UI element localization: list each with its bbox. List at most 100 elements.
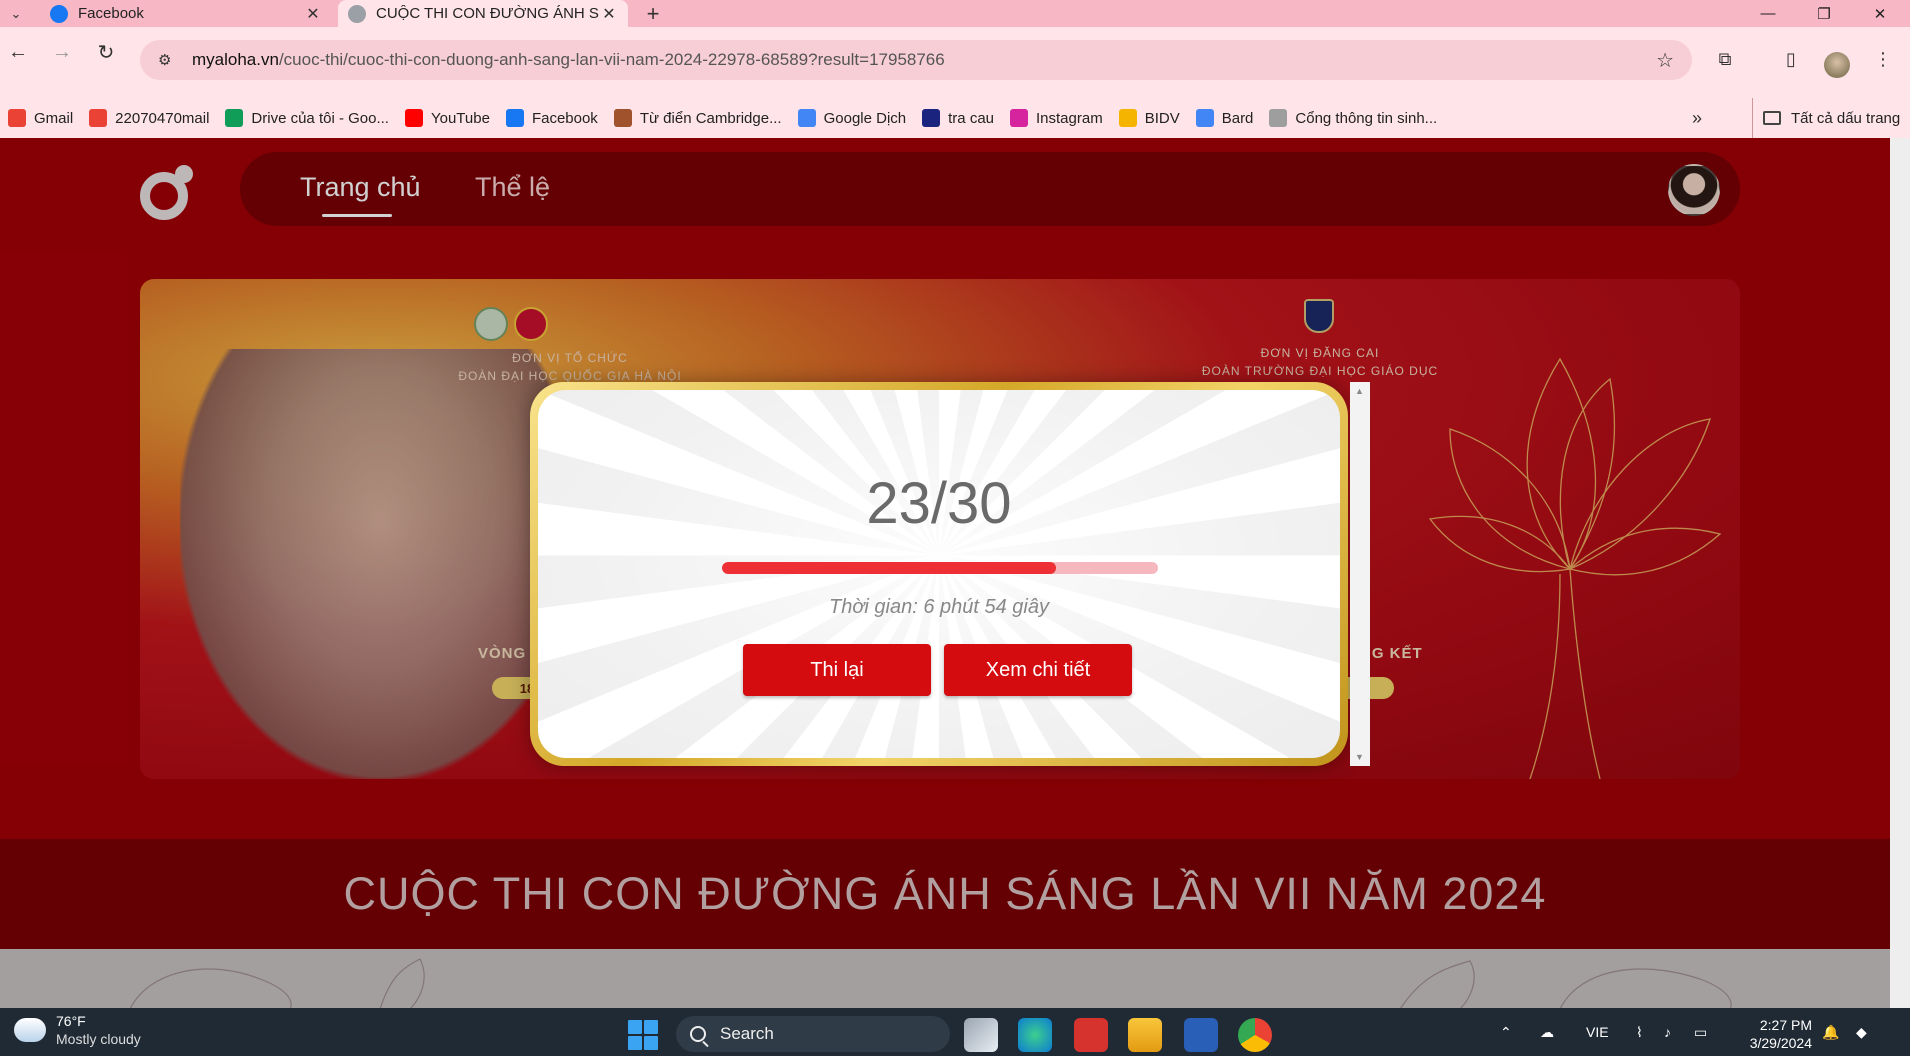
result-modal: 23/30 Thời gian: 6 phút 54 giây Thi lại …	[530, 382, 1348, 766]
bookmarks-bar: Gmail 22070470mail Drive của tôi - Goo... Y…	[0, 98, 1910, 138]
tab-contest[interactable]: CUỘC THI CON ĐƯỜNG ÁNH S ✕	[338, 0, 628, 27]
task-view-icon[interactable]	[964, 1018, 998, 1052]
url-domain: myaloha.vn	[192, 50, 279, 69]
close-window-icon[interactable]: ✕	[1852, 0, 1908, 27]
bookmarks-overflow-chevron-icon[interactable]: »	[1692, 98, 1702, 138]
address-bar[interactable]: ⚙ myaloha.vn/cuoc-thi/cuoc-thi-con-duong…	[140, 40, 1692, 80]
page-scrollbar[interactable]	[1890, 138, 1910, 1008]
more-menu-icon[interactable]: ⋮	[1866, 42, 1900, 76]
weather-desc: Mostly cloudy	[56, 1031, 141, 1047]
tab-facebook[interactable]: Facebook ✕	[40, 0, 332, 27]
bookmark-favicon-icon	[404, 109, 423, 127]
folder-icon	[1763, 111, 1781, 125]
modal-scrollbar[interactable]: ▲ ▼	[1350, 382, 1370, 766]
site-info-icon[interactable]: ⚙	[158, 51, 182, 69]
windows-start-icon[interactable]	[628, 1020, 658, 1050]
back-arrow-icon[interactable]: ←	[2, 36, 34, 68]
bookmark-favicon-icon	[8, 109, 26, 127]
bookmark-favicon-icon	[225, 109, 244, 127]
weather-temp: 76°F	[56, 1013, 86, 1029]
score-progress-fill	[722, 562, 1057, 574]
bookmark-item[interactable]: tra cau	[914, 109, 1002, 127]
system-clock[interactable]: 2:27 PM 3/29/2024	[1732, 1016, 1812, 1052]
tab-title: Facebook	[78, 5, 144, 22]
bookmark-favicon-icon	[613, 109, 632, 127]
bookmark-item[interactable]: Instagram	[1002, 109, 1111, 127]
notification-bell-icon[interactable]: 🔔	[1822, 1008, 1839, 1056]
dev-cpp-icon[interactable]	[1184, 1018, 1218, 1052]
bookmark-label: Cổng thông tin sinh...	[1295, 109, 1438, 127]
clock-date: 3/29/2024	[1749, 1035, 1812, 1051]
facebook-favicon-icon	[50, 4, 68, 23]
bookmark-label: BIDV	[1144, 109, 1180, 127]
bookmark-item[interactable]: Từ điển Cambridge...	[606, 109, 790, 127]
copilot-icon[interactable]: ◆	[1856, 1008, 1867, 1056]
tab-bar: ⌄ Facebook ✕ CUỘC THI CON ĐƯỜNG ÁNH S ✕ …	[0, 0, 1910, 27]
bookmark-item[interactable]: YouTube	[397, 109, 498, 127]
bookmark-item[interactable]: Cổng thông tin sinh...	[1261, 109, 1445, 127]
bookmark-item[interactable]: 22070470mail	[81, 109, 217, 127]
score-progress-bar	[722, 562, 1158, 574]
bookmark-favicon-icon	[1118, 109, 1137, 127]
bookmark-item[interactable]: BIDV	[1111, 109, 1188, 127]
browser-toolbar: ← → ↻ ⚙ myaloha.vn/cuoc-thi/cuoc-thi-con…	[0, 27, 1910, 107]
bookmark-favicon-icon	[922, 109, 941, 127]
weather-widget[interactable]: 76°F Mostly cloudy	[10, 1012, 141, 1048]
result-modal-body: 23/30 Thời gian: 6 phút 54 giây Thi lại …	[538, 390, 1340, 758]
bookmark-item[interactable]: Facebook	[498, 109, 606, 127]
tray-chevron-up-icon[interactable]: ⌃	[1500, 1008, 1512, 1056]
bookmark-label: Gmail	[34, 109, 74, 127]
bookmark-label: Từ điển Cambridge...	[639, 109, 782, 127]
scroll-down-arrow-icon[interactable]: ▼	[1355, 752, 1364, 762]
bookmark-favicon-icon	[89, 109, 108, 127]
chrome-browser-icon[interactable]	[1238, 1018, 1272, 1052]
bookmark-label: tra cau	[948, 109, 994, 127]
minimize-icon[interactable]: —	[1740, 0, 1796, 27]
bookmark-item[interactable]: Bard	[1188, 109, 1262, 127]
cloudy-weather-icon	[10, 1012, 46, 1042]
all-bookmarks-label: Tất cả dấu trang	[1791, 109, 1901, 127]
search-icon	[690, 1026, 706, 1042]
reload-icon[interactable]: ↻	[90, 36, 122, 68]
clock-time: 2:27 PM	[1759, 1017, 1812, 1033]
bookmark-label: Google Dịch	[823, 109, 907, 127]
restore-icon[interactable]: ❐	[1796, 0, 1852, 27]
forward-arrow-icon[interactable]: →	[46, 36, 78, 68]
bookmark-star-icon[interactable]: ☆	[1656, 48, 1674, 73]
windows-taskbar: 76°F Mostly cloudy	[0, 1008, 1910, 1056]
edge-browser-icon[interactable]	[1018, 1018, 1052, 1052]
all-bookmarks-folder[interactable]: Tất cả dấu trang	[1752, 98, 1900, 138]
browser-profile-avatar[interactable]	[1824, 52, 1850, 78]
bookmark-item[interactable]: Drive của tôi - Goo...	[217, 109, 397, 127]
battery-icon[interactable]: ▭	[1694, 1008, 1707, 1056]
side-panel-icon[interactable]: ▯	[1774, 42, 1808, 76]
bookmark-label: 22070470mail	[115, 109, 210, 127]
volume-icon[interactable]: ♪	[1664, 1008, 1671, 1056]
url-text[interactable]: myaloha.vn/cuoc-thi/cuoc-thi-con-duong-a…	[192, 50, 1656, 70]
bookmark-item[interactable]: Google Dịch	[790, 109, 915, 127]
wps-office-icon[interactable]	[1074, 1018, 1108, 1052]
elapsed-time: Thời gian: 6 phút 54 giây	[828, 596, 1049, 618]
close-tab-icon[interactable]: ✕	[600, 4, 618, 24]
bookmark-label: Facebook	[531, 109, 598, 127]
view-details-button[interactable]: Xem chi tiết	[944, 644, 1132, 696]
globe-favicon-icon	[348, 4, 366, 23]
taskbar-search[interactable]: Search	[676, 1016, 950, 1052]
bookmark-label: Drive của tôi - Goo...	[251, 109, 389, 127]
bookmark-favicon-icon	[1195, 109, 1214, 127]
url-path: /cuoc-thi/cuoc-thi-con-duong-anh-sang-la…	[278, 50, 945, 69]
bookmark-item[interactable]: Gmail	[0, 109, 81, 127]
extensions-puzzle-icon[interactable]: ⧉	[1708, 42, 1742, 76]
close-tab-icon[interactable]: ✕	[304, 4, 322, 24]
bookmark-label: Instagram	[1036, 109, 1103, 127]
bookmark-favicon-icon	[1269, 109, 1288, 127]
wifi-icon[interactable]: ⌇	[1636, 1008, 1643, 1056]
file-explorer-icon[interactable]	[1128, 1018, 1162, 1052]
input-language[interactable]: VIE	[1586, 1008, 1609, 1056]
tab-title: CUỘC THI CON ĐƯỜNG ÁNH S	[376, 5, 599, 22]
retry-button[interactable]: Thi lại	[743, 644, 931, 696]
new-tab-plus-icon[interactable]: +	[640, 0, 666, 27]
scroll-up-arrow-icon[interactable]: ▲	[1355, 386, 1364, 396]
onedrive-cloud-icon[interactable]: ☁	[1540, 1008, 1554, 1056]
tab-search-chevron-icon[interactable]: ⌄	[4, 2, 28, 26]
